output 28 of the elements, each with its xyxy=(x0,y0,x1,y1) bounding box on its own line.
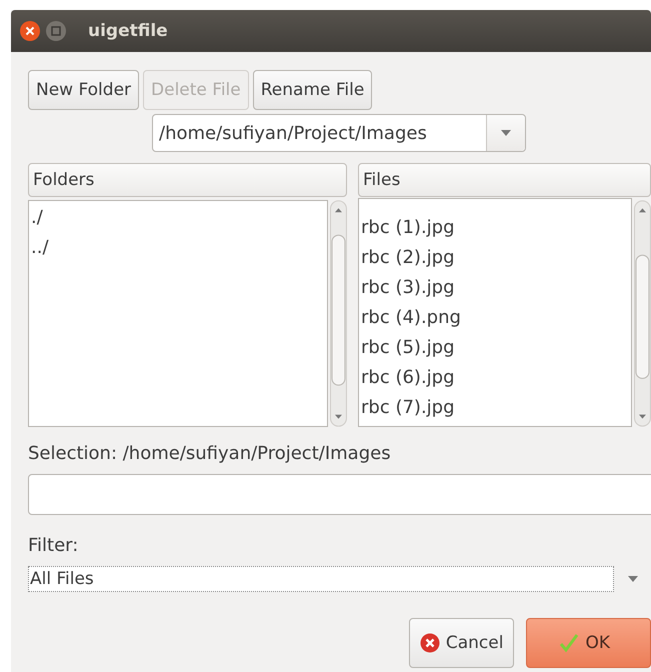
path-combo[interactable]: /home/sufiyan/Project/Images xyxy=(152,114,526,152)
dropdown-arrow-icon xyxy=(628,576,638,582)
file-item[interactable]: rbc (5).jpg xyxy=(359,333,632,363)
file-item[interactable]: rbc (2).jpg xyxy=(359,243,632,273)
file-item[interactable]: rbc (6).jpg xyxy=(359,363,632,393)
check-icon xyxy=(559,633,580,653)
file-item[interactable]: rbc (3).jpg xyxy=(359,273,632,303)
folder-item[interactable]: ../ xyxy=(29,233,328,263)
filter-label: Filter: xyxy=(28,535,80,556)
file-item[interactable]: rbc (7).jpg xyxy=(359,393,632,423)
folder-item[interactable]: ./ xyxy=(29,203,328,233)
dropdown-arrow-icon xyxy=(501,130,511,136)
file-item[interactable]: rbc (1).jpg xyxy=(359,213,632,243)
scrollbar[interactable] xyxy=(634,200,651,427)
close-icon[interactable] xyxy=(20,21,40,41)
cancel-icon xyxy=(420,633,440,653)
window-title: uigetfile xyxy=(88,21,168,41)
column-header[interactable]: Folders xyxy=(28,163,347,197)
toolbar-button[interactable]: Rename File xyxy=(252,70,372,110)
selection-label: Selection: /home/sufiyan/Project/Images xyxy=(28,443,392,464)
maximize-icon[interactable] xyxy=(46,21,66,41)
selection-field[interactable] xyxy=(28,474,651,515)
scrollbar[interactable] xyxy=(330,200,347,427)
cancel-button[interactable]: Cancel xyxy=(408,618,514,668)
toolbar-button[interactable]: New Folder xyxy=(28,70,140,110)
column-header[interactable]: Files xyxy=(358,163,651,197)
ok-button[interactable]: OK xyxy=(526,618,651,668)
file-item[interactable]: rbc (4).png xyxy=(359,303,632,333)
